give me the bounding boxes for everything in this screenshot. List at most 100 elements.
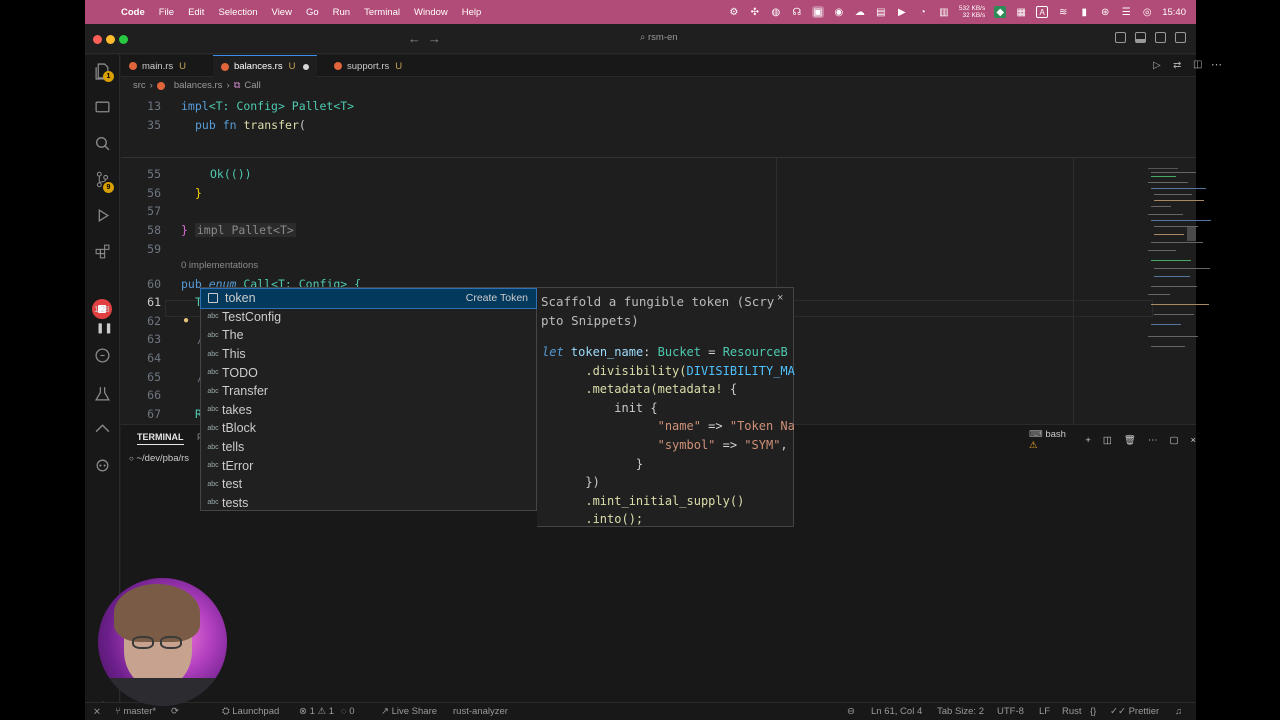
suggestion-item[interactable]: abc TODO (201, 363, 536, 382)
menu-go[interactable]: Go (306, 7, 319, 18)
suggestion-item[interactable]: abc tError (201, 456, 536, 475)
suggestion-item[interactable]: abc Transfer (201, 382, 536, 401)
minimap[interactable] (1148, 164, 1218, 354)
flag-icon[interactable]: ◆ (994, 6, 1007, 18)
tab-terminal[interactable]: TERMINAL (137, 432, 184, 445)
suggestion-item[interactable]: abc takes (201, 401, 536, 420)
problems-indicator[interactable]: ⊗ 1 ⚠ 1 (299, 706, 334, 717)
cloud-icon[interactable]: ☁ (854, 6, 866, 18)
suggestion-item[interactable]: token Create Token (200, 288, 537, 309)
pause-recording-icon[interactable]: ❚❚ (96, 323, 113, 334)
chat-icon[interactable] (94, 99, 111, 116)
control-center-icon[interactable]: ☰ (1120, 6, 1132, 18)
trash-icon[interactable]: 🗑 (1124, 435, 1136, 446)
suggestion-item[interactable]: abc tBlock (201, 419, 536, 438)
close-window-button[interactable] (93, 35, 102, 44)
headphones-icon[interactable]: ☊ (791, 6, 803, 18)
ports-indicator[interactable]: ◌ 0 (341, 706, 355, 717)
scrollbar-thumb[interactable] (1187, 227, 1196, 241)
back-arrow-icon[interactable]: ← (408, 31, 421, 46)
suggestion-item[interactable]: abc TestConfig (201, 308, 536, 327)
play-icon[interactable]: ▶ (896, 6, 908, 18)
split-editor-icon[interactable]: ◫ (1193, 59, 1202, 70)
suggestion-item[interactable]: abc The (201, 326, 536, 345)
breadcrumb-file[interactable]: balances.rs (174, 80, 223, 91)
vpn-icon[interactable]: ⊛ (1099, 6, 1111, 18)
toggle-sidebar-icon[interactable] (1115, 32, 1126, 43)
live-share-icon[interactable] (94, 421, 111, 438)
close-details-icon[interactable]: × (777, 292, 783, 304)
command-center-search[interactable]: ⌕ rsm-en (640, 32, 678, 43)
menu-selection[interactable]: Selection (218, 7, 257, 18)
menubar-clock[interactable]: 15:40 (1162, 7, 1186, 18)
suggestion-item[interactable]: abc tells (201, 438, 536, 457)
suggestion-item[interactable]: abc test (201, 475, 536, 494)
terminal-shell-label[interactable]: ⌨ bash ⚠ (1029, 429, 1073, 451)
end-of-line[interactable]: LF (1039, 706, 1050, 717)
toggle-panel-icon[interactable] (1135, 32, 1146, 43)
customize-layout-icon[interactable] (1175, 32, 1186, 43)
more-actions-icon[interactable]: ⋯ (1211, 58, 1222, 71)
lightbulb-icon[interactable]: ● (183, 315, 189, 326)
gear-icon[interactable]: ⚙ (728, 6, 740, 18)
menu-run[interactable]: Run (333, 7, 350, 18)
bell-icon[interactable]: ♫ (1175, 706, 1182, 717)
cursor-position[interactable]: Ln 61, Col 4 (871, 706, 922, 717)
rust-analyzer-status[interactable]: rust-analyzer (453, 706, 508, 717)
chart-icon[interactable]: ▥ (938, 6, 950, 18)
breadcrumb-symbol[interactable]: Call (244, 80, 260, 91)
forward-arrow-icon[interactable]: → (428, 31, 441, 46)
zoom-icon[interactable]: ⊖ (847, 706, 855, 717)
clock-icon[interactable]: ◔ (917, 6, 929, 18)
screen-share-icon[interactable]: ▣ (811, 6, 824, 18)
minimize-window-button[interactable] (106, 35, 115, 44)
tab-size[interactable]: Tab Size: 2 (937, 706, 984, 717)
testing-icon[interactable] (94, 385, 111, 402)
search-icon[interactable] (94, 135, 111, 152)
menu-view[interactable]: View (272, 7, 292, 18)
run-play-icon[interactable]: ▷ (1153, 60, 1161, 71)
compare-icon[interactable]: ⇄ (1173, 60, 1181, 71)
more-icon[interactable]: ⋯ (1148, 435, 1158, 446)
globe-icon[interactable]: ◍ (770, 6, 782, 18)
compass-icon[interactable]: ◉ (833, 6, 845, 18)
run-debug-icon[interactable] (94, 207, 111, 224)
battery-icon[interactable]: ▤ (875, 6, 887, 18)
encoding[interactable]: UTF-8 (997, 706, 1024, 717)
grid-icon[interactable]: ▦ (1015, 6, 1027, 18)
menu-window[interactable]: Window (414, 7, 448, 18)
siri-icon[interactable]: ◎ (1141, 6, 1153, 18)
wifi-icon[interactable]: ≋ (1057, 6, 1069, 18)
maximize-window-button[interactable] (119, 35, 128, 44)
maximize-panel-icon[interactable]: ▢ (1169, 435, 1178, 446)
tab-main-rs[interactable]: main.rs U (121, 55, 194, 77)
tab-balances-rs[interactable]: balances.rs U (213, 55, 318, 77)
codelens-implementations[interactable]: 0 implementations (181, 260, 258, 271)
suggestion-item[interactable]: abc tests (201, 494, 536, 513)
split-terminal-icon[interactable]: ◫ (1103, 435, 1112, 446)
tab-support-rs[interactable]: support.rs U (326, 55, 410, 77)
language-mode[interactable]: Rust (1062, 706, 1082, 717)
terminal-prompt[interactable]: ○ ~/dev/pba/rs (129, 453, 189, 464)
new-terminal-icon[interactable]: + (1085, 435, 1091, 446)
menu-file[interactable]: File (159, 7, 174, 18)
unsaved-dot-icon[interactable] (303, 63, 310, 70)
spark-icon[interactable]: ✣ (749, 6, 761, 18)
suggestion-item[interactable]: abc This (201, 345, 536, 364)
menu-help[interactable]: Help (462, 7, 482, 18)
input-source[interactable]: A (1036, 6, 1049, 18)
toggle-secondary-sidebar-icon[interactable] (1155, 32, 1166, 43)
extensions-icon[interactable] (94, 243, 111, 260)
sync-icon[interactable]: ⟳ (171, 706, 179, 717)
braces-icon[interactable]: {} (1090, 706, 1096, 717)
menu-code[interactable]: Code (121, 7, 145, 18)
menu-edit[interactable]: Edit (188, 7, 204, 18)
live-share-status[interactable]: ↗ Live Share (381, 706, 437, 717)
breadcrumb-folder[interactable]: src (133, 80, 146, 91)
launchpad-item[interactable]: ⛭ Launchpad (222, 706, 279, 717)
phone-icon[interactable]: ▮ (1078, 6, 1090, 18)
copilot-icon[interactable] (94, 457, 111, 474)
remote-indicator-icon[interactable]: ⨯ (93, 706, 101, 717)
remote-icon[interactable] (94, 347, 111, 364)
branch-indicator[interactable]: ⑂ master* (115, 706, 156, 717)
